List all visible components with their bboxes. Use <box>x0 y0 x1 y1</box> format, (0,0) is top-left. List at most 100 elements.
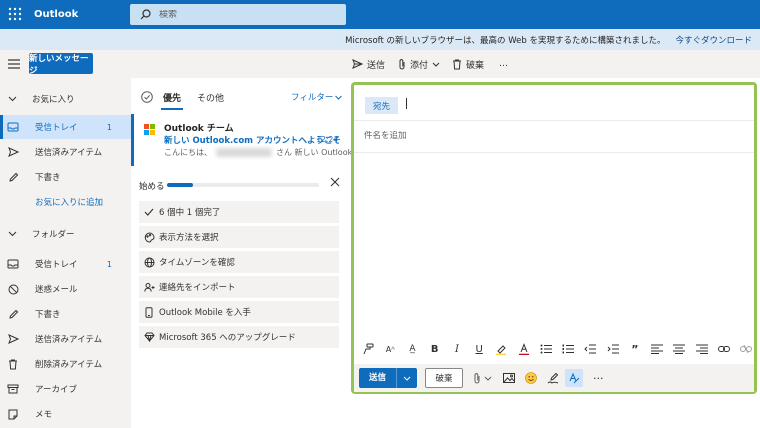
pencil-icon <box>0 172 26 183</box>
image-icon[interactable] <box>503 370 515 386</box>
sidebar-item-favorite-drafts[interactable]: 下書き <box>0 165 131 189</box>
banner-download-link[interactable]: 今すぐダウンロード <box>675 34 752 46</box>
decrease-indent-icon[interactable] <box>582 341 598 357</box>
task-item-display[interactable]: 表示方法を選択 <box>139 226 339 248</box>
underline-icon[interactable]: U <box>471 341 487 357</box>
send-icon <box>0 334 26 344</box>
chevron-down-icon[interactable] <box>397 376 417 381</box>
task-item-progress[interactable]: 6 個中 1 個完了 <box>139 201 339 223</box>
sidebar-item-label: 受信トレイ <box>35 260 78 270</box>
search-box[interactable] <box>130 4 346 25</box>
more-icon: … <box>499 59 508 69</box>
menu-icon[interactable] <box>6 56 22 72</box>
select-all-check-icon[interactable] <box>141 91 153 103</box>
unlink-icon[interactable] <box>738 341 754 357</box>
preview-start: こんにちは、 <box>164 148 212 157</box>
discard-command-label: 破棄 <box>466 60 485 71</box>
favorites-header-label: お気に入り <box>32 95 75 105</box>
message-subject: 新しい Outlook.com アカウントへようこそ <box>164 136 341 146</box>
filter-dropdown[interactable]: フィルター <box>291 91 343 103</box>
redacted-name <box>216 148 272 157</box>
divider <box>354 152 754 153</box>
bullet-list-icon[interactable] <box>538 341 554 357</box>
sidebar-item-archive[interactable]: アーカイブ <box>0 377 131 401</box>
banner-text: Microsoft の新しいブラウザーは、最高の Web を実現するために構築さ… <box>345 35 666 46</box>
palette-icon <box>139 231 159 243</box>
compose-action-bar: 送信 破棄 ··· <box>354 364 754 392</box>
task-label: 表示方法を選択 <box>159 233 219 243</box>
send-command[interactable]: 送信 <box>352 50 385 78</box>
chevron-down-icon <box>335 95 343 100</box>
trash-icon <box>452 59 462 70</box>
discard-command[interactable]: 破棄 <box>452 50 484 78</box>
font-icon[interactable]: A̲ <box>404 341 420 357</box>
numbered-list-icon[interactable] <box>560 341 576 357</box>
editor-icon[interactable] <box>565 369 583 387</box>
sidebar-item-inbox[interactable]: 受信トレイ 1 <box>0 252 131 276</box>
search-input[interactable] <box>159 9 319 20</box>
sidebar-item-deleted[interactable]: 削除済みアイテム <box>0 352 131 376</box>
close-icon[interactable] <box>330 177 340 187</box>
font-size-icon[interactable]: Aᴬ <box>382 341 398 357</box>
folders-header[interactable]: フォルダー <box>0 223 75 245</box>
align-center-icon[interactable] <box>671 341 687 357</box>
highlight-icon[interactable] <box>493 341 509 357</box>
sidebar-item-notes[interactable]: メモ <box>0 402 131 426</box>
send-icon <box>352 59 363 69</box>
inbox-icon <box>0 122 26 132</box>
emoji-icon[interactable] <box>525 370 537 386</box>
align-left-icon[interactable] <box>649 341 665 357</box>
favorites-header[interactable]: お気に入り <box>0 88 75 110</box>
bold-icon[interactable]: B <box>427 341 443 357</box>
task-item-contacts[interactable]: 連絡先をインポート <box>139 276 339 298</box>
diamond-icon <box>139 332 159 342</box>
app-title[interactable]: Outlook <box>34 0 78 29</box>
task-item-timezone[interactable]: タイムゾーンを確認 <box>139 251 339 273</box>
attach-command-label: 添付 <box>410 60 429 71</box>
tab-other[interactable]: その他 <box>197 91 224 104</box>
top-bar: Outlook <box>0 0 760 29</box>
task-item-mobile[interactable]: Outlook Mobile を入手 <box>139 301 339 323</box>
chevron-down-icon <box>432 62 440 67</box>
subject-input[interactable] <box>364 131 664 141</box>
message-item[interactable]: Outlook チーム 新しい Outlook.com アカウントへようこそ 1… <box>131 114 362 166</box>
sidebar-item-junk[interactable]: 迷惑メール <box>0 277 131 301</box>
sidebar-item-favorite-inbox[interactable]: 受信トレイ 1 <box>0 115 131 139</box>
send-button[interactable]: 送信 <box>359 368 417 388</box>
task-label: Outlook Mobile を入手 <box>159 308 251 318</box>
sidebar-item-label: 削除済みアイテム <box>35 360 103 370</box>
add-favorite-link[interactable]: お気に入りに追加 <box>35 196 103 208</box>
font-color-icon[interactable] <box>516 341 532 357</box>
inbox-tabs: 優先 その他 フィルター <box>131 78 347 114</box>
paperclip-icon[interactable] <box>473 370 481 386</box>
chevron-down-icon[interactable] <box>484 370 492 386</box>
new-message-button[interactable]: 新しいメッセージ <box>29 53 93 76</box>
discard-button[interactable]: 破棄 <box>425 368 463 388</box>
send-command-label: 送信 <box>367 60 386 71</box>
sidebar-item-drafts[interactable]: 下書き <box>0 302 131 326</box>
increase-indent-icon[interactable] <box>605 341 621 357</box>
sidebar-item-sent[interactable]: 送信済みアイテム <box>0 327 131 351</box>
app-launcher-icon[interactable] <box>6 5 24 23</box>
align-right-icon[interactable] <box>694 341 710 357</box>
quote-icon[interactable]: ” <box>627 341 643 357</box>
tab-focused[interactable]: 優先 <box>160 91 184 110</box>
more-icon[interactable]: ··· <box>593 370 604 386</box>
task-item-upgrade[interactable]: Microsoft 365 へのアップグレード <box>139 326 339 348</box>
italic-icon[interactable]: I <box>449 341 465 357</box>
format-painter-icon[interactable] <box>360 341 376 357</box>
task-label: Microsoft 365 へのアップグレード <box>159 333 296 343</box>
link-icon[interactable] <box>716 341 732 357</box>
to-button[interactable]: 宛先 <box>365 97 398 114</box>
sidebar-item-label: 下書き <box>35 310 61 320</box>
more-options-button[interactable]: … <box>499 50 508 78</box>
get-started-progress <box>167 183 319 187</box>
globe-icon <box>139 257 159 268</box>
signature-icon[interactable] <box>547 370 559 386</box>
sidebar-item-label: 送信済みアイテム <box>35 148 103 158</box>
sidebar-item-favorite-sent[interactable]: 送信済みアイテム <box>0 140 131 164</box>
attach-command[interactable]: 添付 <box>398 50 440 78</box>
task-label: 6 個中 1 個完了 <box>159 208 221 218</box>
compose-pane: 宛先 Aᴬ A̲ B I U ” 送信 破棄 ··· <box>351 82 757 394</box>
text-cursor <box>406 98 407 109</box>
